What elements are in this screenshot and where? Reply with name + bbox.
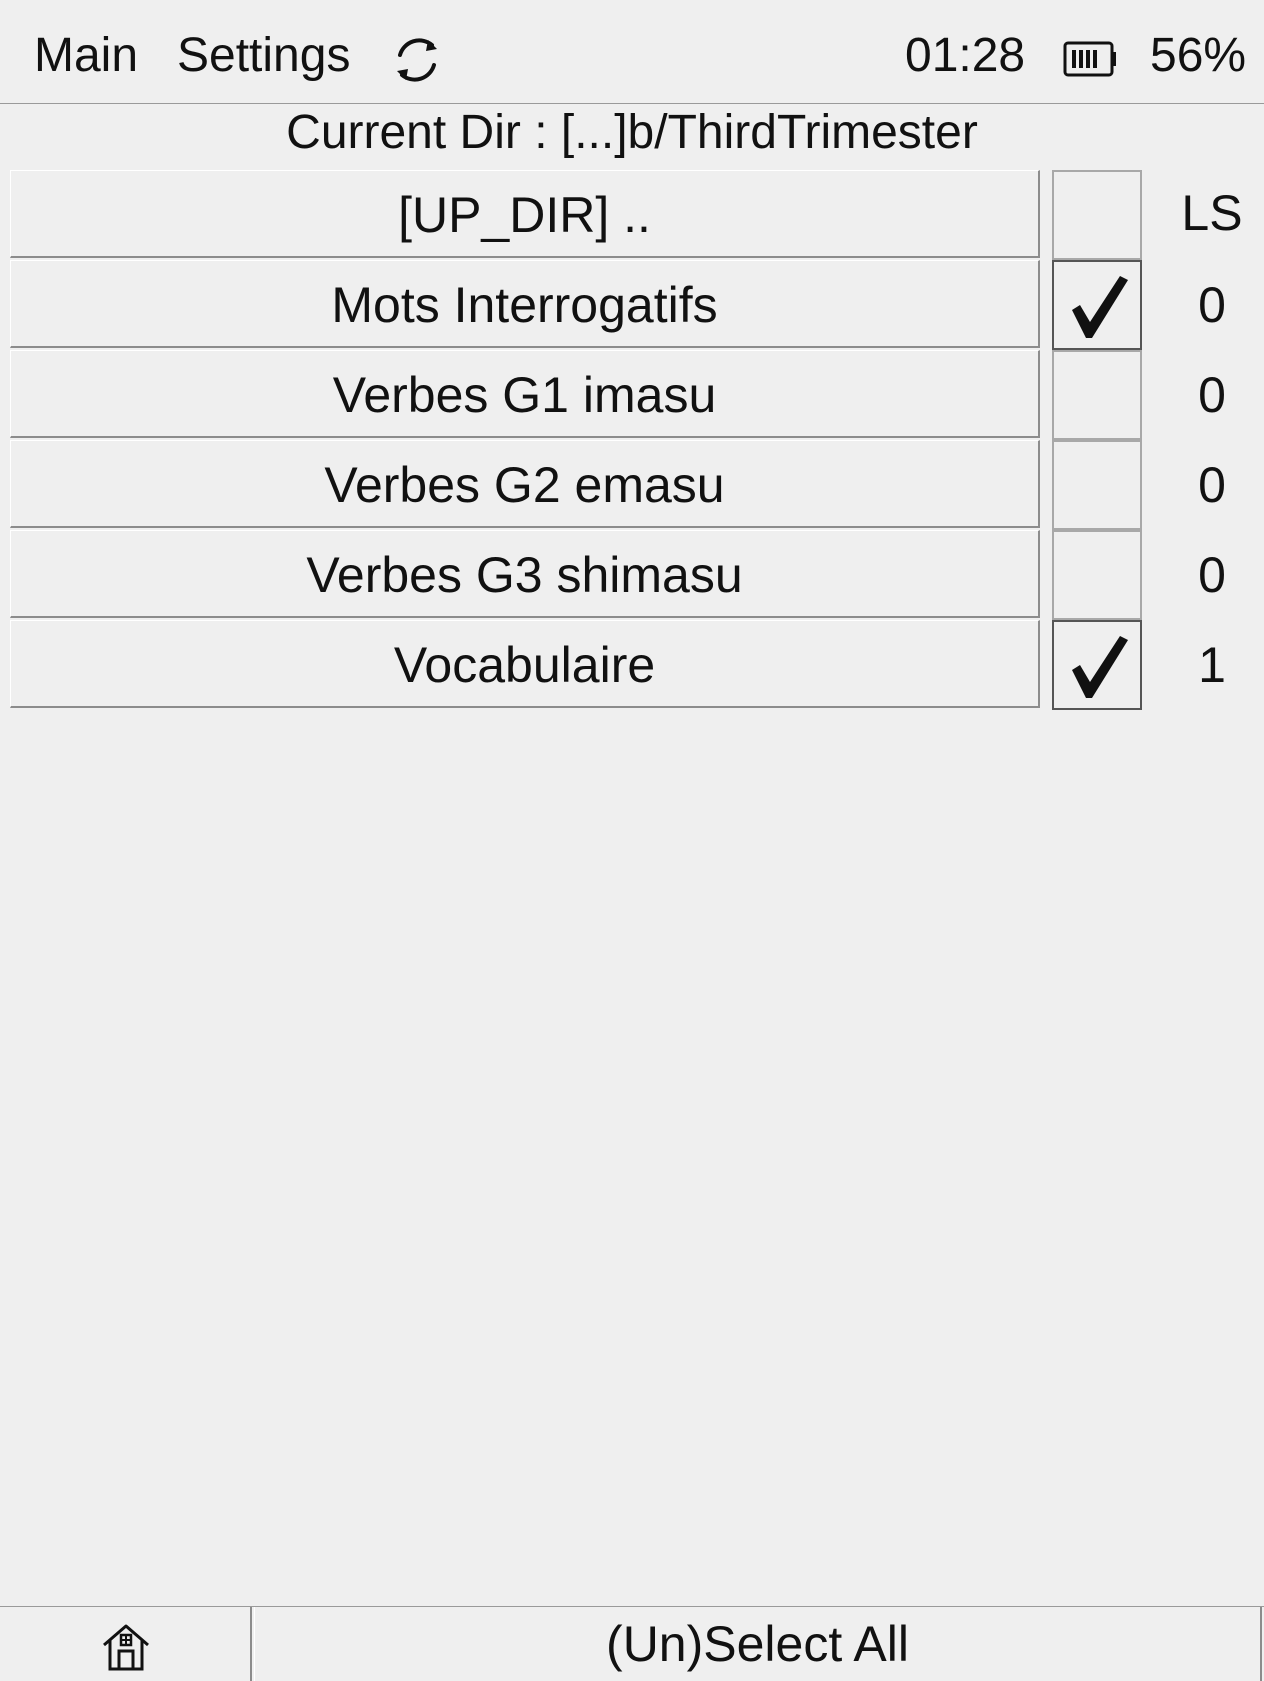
row-ls-value: 0 [1198, 547, 1226, 603]
row-checkbox[interactable] [1052, 620, 1142, 710]
row-ls-value: 0 [1198, 457, 1226, 513]
row-ls-value: 0 [1198, 277, 1226, 333]
home-button[interactable] [0, 1607, 252, 1681]
row-ls-value: 0 [1198, 367, 1226, 423]
folder-button[interactable]: Verbes G1 imasu [10, 350, 1040, 438]
up-dir-button[interactable]: [UP_DIR] .. [10, 170, 1040, 258]
battery-percent: 56% [1150, 29, 1247, 82]
row-checkbox[interactable] [1052, 350, 1142, 440]
main-menu[interactable]: Main [34, 26, 138, 86]
current-dir: Current Dir : [...]b/ThirdTrimester [286, 106, 978, 159]
row-ls-value [1168, 170, 1256, 260]
list-row: Verbes G2 emasu 0 [0, 440, 1264, 530]
folder-button[interactable]: Verbes G3 shimasu [10, 530, 1040, 618]
folder-button[interactable]: Verbes G2 emasu [10, 440, 1040, 528]
sync-icon[interactable] [388, 31, 446, 89]
row-checkbox[interactable] [1052, 530, 1142, 620]
clock: 01:28 [905, 29, 1026, 82]
folder-button[interactable]: Mots Interrogatifs [10, 260, 1040, 348]
row-ls-value: 1 [1198, 637, 1226, 693]
list-row: Verbes G1 imasu 0 [0, 350, 1264, 440]
row-checkbox[interactable] [1052, 170, 1142, 260]
folder-button[interactable]: Vocabulaire [10, 620, 1040, 708]
select-all-button[interactable]: (Un)Select All [254, 1607, 1262, 1681]
list-row-up-dir: [UP_DIR] .. [0, 170, 1264, 260]
home-icon [103, 1624, 149, 1671]
battery-icon [1063, 41, 1116, 77]
list-row: Vocabulaire 1 [0, 620, 1264, 710]
list-row: Mots Interrogatifs 0 [0, 260, 1264, 350]
row-checkbox[interactable] [1052, 260, 1142, 350]
checkmark-icon [1072, 636, 1128, 698]
bottom-bar: (Un)Select All [0, 1606, 1264, 1681]
row-checkbox[interactable] [1052, 440, 1142, 530]
settings-menu[interactable]: Settings [177, 26, 350, 86]
list-row: Verbes G3 shimasu 0 [0, 530, 1264, 620]
checkmark-icon [1072, 276, 1128, 338]
top-bar: Main Settings 01:28 56% [0, 0, 1264, 104]
